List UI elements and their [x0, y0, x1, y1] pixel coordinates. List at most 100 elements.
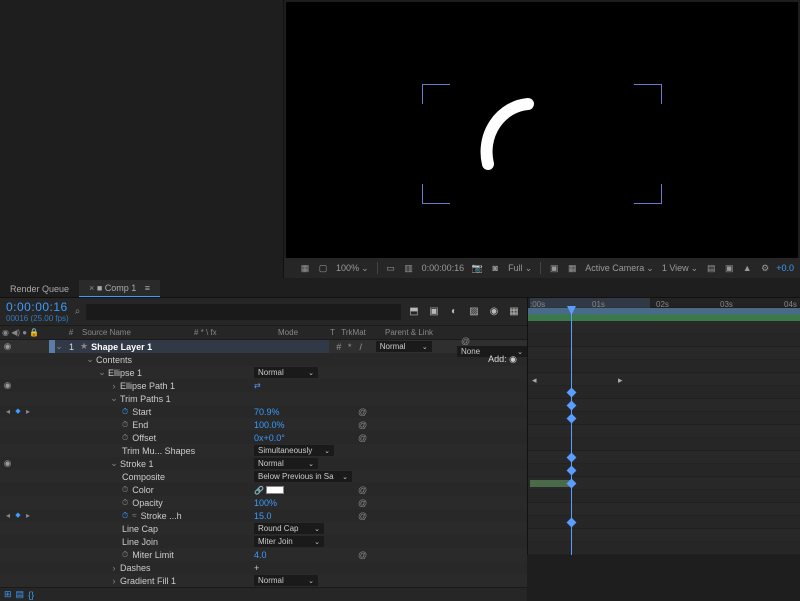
twirl-icon[interactable]: ⌄	[55, 341, 63, 352]
pickwhip-icon[interactable]: @	[358, 485, 367, 495]
eye-icon[interactable]: ◉	[2, 341, 13, 352]
property-row[interactable]: Line Cap Round Cap	[0, 522, 527, 535]
render-icon[interactable]: ▲	[740, 261, 754, 275]
add-dash-button[interactable]: +	[254, 563, 259, 573]
color-swatch[interactable]	[266, 486, 284, 494]
pickwhip-icon[interactable]: @	[358, 511, 367, 521]
draft3d-icon[interactable]: ▣	[427, 305, 441, 319]
guides-icon[interactable]: ▤	[704, 261, 718, 275]
current-timecode[interactable]: 0:00:00:16	[6, 300, 69, 314]
property-row[interactable]: ⏱Offset 0x+0.0° @	[0, 431, 527, 444]
pickwhip-icon[interactable]: @	[358, 420, 367, 430]
layer-row[interactable]: ◉ ⌄1★Shape Layer 1 #*/ Normal @ None	[0, 340, 527, 353]
snapshot-icon[interactable]: 📷	[470, 261, 484, 275]
property-row[interactable]: ⌄Contents Add: ◉	[0, 353, 527, 366]
property-row[interactable]: ◂◆▸ ⏱Start 70.9% @	[0, 405, 527, 418]
kf-marker[interactable]: ▸	[618, 375, 623, 386]
blend-mode-dropdown[interactable]: Normal	[254, 367, 318, 378]
stopwatch-icon[interactable]: ⏱	[122, 407, 128, 417]
search-icon: ⌕	[75, 306, 81, 317]
tab-comp[interactable]: × ■ Comp 1 ≡	[79, 280, 160, 297]
column-headers: ◉ ◀) ● 🔒 # Source Name # * \ fx Mode T T…	[0, 326, 527, 340]
motion-blur-icon[interactable]: ◉	[487, 305, 501, 319]
transparency-icon[interactable]: ▦	[565, 261, 579, 275]
opacity-value[interactable]: 100%	[254, 498, 277, 508]
stopwatch-icon[interactable]: ⏱	[122, 485, 128, 495]
roi-icon[interactable]: ▣	[547, 261, 561, 275]
prev-kf-icon[interactable]: ◂	[4, 511, 12, 520]
property-row[interactable]: ⏱Color 🔗 @	[0, 483, 527, 496]
3d-icon[interactable]: ▣	[722, 261, 736, 275]
prev-kf-icon[interactable]: ◂	[4, 407, 12, 416]
pickwhip-icon[interactable]: @	[358, 498, 367, 508]
views-dropdown[interactable]: 1 View ⌄	[660, 263, 700, 274]
start-value[interactable]: 70.9%	[254, 407, 280, 417]
stopwatch-icon[interactable]: ⏱	[122, 498, 128, 508]
property-row[interactable]: ◉ ⌄Stroke 1 Normal	[0, 457, 527, 470]
tab-render-queue[interactable]: Render Queue	[0, 281, 79, 297]
stroke-width-value[interactable]: 15.0	[254, 511, 272, 521]
layer-name[interactable]: Shape Layer 1	[91, 342, 152, 352]
property-row[interactable]: ›Dashes +	[0, 561, 527, 574]
stopwatch-icon[interactable]: ⏱	[122, 511, 128, 521]
mask-icon[interactable]: ▢	[316, 261, 330, 275]
color-mgmt-icon[interactable]: ⚙	[758, 261, 772, 275]
zoom-dropdown[interactable]: 100% ⌄	[334, 263, 371, 274]
show-snapshot-icon[interactable]: ◙	[488, 261, 502, 275]
property-row[interactable]: ◉ ›Ellipse Path 1 ⇄	[0, 379, 527, 392]
comp-mini-flowchart-icon[interactable]: ⬒	[407, 305, 421, 319]
shy-icon[interactable]: ◐	[447, 305, 461, 319]
layer-clip-bar[interactable]	[528, 308, 800, 321]
blend-mode-dropdown[interactable]: Normal	[254, 458, 318, 469]
property-row[interactable]: Composite Below Previous in Sa	[0, 470, 527, 483]
property-row[interactable]: ⌄Trim Paths 1	[0, 392, 527, 405]
timeline-tabs: Render Queue × ■ Comp 1 ≡	[0, 278, 800, 298]
line-join-dropdown[interactable]: Miter Join	[254, 536, 324, 547]
trim-mult-dropdown[interactable]: Simultaneously	[254, 445, 334, 456]
blend-mode-dropdown[interactable]: Normal	[376, 341, 432, 352]
add-button[interactable]: ◉	[509, 354, 517, 364]
pixel-aspect-icon[interactable]: ▭	[384, 261, 398, 275]
expression-icon[interactable]: ≈	[132, 511, 136, 520]
work-area-bar[interactable]	[530, 298, 650, 308]
blend-mode-dropdown[interactable]: Normal	[254, 575, 318, 586]
stopwatch-icon[interactable]: ⏱	[122, 420, 128, 430]
property-row[interactable]: ⌄Ellipse 1 Normal	[0, 366, 527, 379]
stopwatch-icon[interactable]: ⏱	[122, 433, 128, 443]
exposure-value[interactable]: +0.0	[776, 263, 794, 273]
line-cap-dropdown[interactable]: Round Cap	[254, 523, 324, 534]
toggle-modes-icon[interactable]: ▤	[16, 589, 25, 600]
timeline-tracks[interactable]: ◂▸	[528, 308, 800, 555]
playhead[interactable]	[571, 308, 572, 555]
next-kf-icon[interactable]: ▸	[24, 407, 32, 416]
resolution-dropdown[interactable]: Full ⌄	[506, 263, 534, 274]
pickwhip-icon[interactable]: @	[358, 433, 367, 443]
time-display[interactable]: 0:00:00:16	[420, 263, 467, 273]
camera-dropdown[interactable]: Active Camera ⌄	[583, 263, 656, 274]
graph-editor-icon[interactable]: ▦	[507, 305, 521, 319]
property-row[interactable]: ⏱End 100.0% @	[0, 418, 527, 431]
kf-toggle-icon[interactable]: ◆	[14, 407, 22, 416]
kf-marker[interactable]: ◂	[532, 375, 537, 386]
kf-toggle-icon[interactable]: ◆	[14, 511, 22, 520]
property-row[interactable]: ›Gradient Fill 1 Normal	[0, 574, 527, 587]
offset-value[interactable]: 0x+0.0°	[254, 433, 285, 443]
end-value[interactable]: 100.0%	[254, 420, 285, 430]
grid-icon[interactable]: ▦	[298, 261, 312, 275]
composite-dropdown[interactable]: Below Previous in Sa	[254, 471, 352, 482]
next-kf-icon[interactable]: ▸	[24, 511, 32, 520]
toggle-brackets-icon[interactable]: {}	[28, 590, 34, 600]
frame-blend-icon[interactable]: ▨	[467, 305, 481, 319]
eye-icon[interactable]: ◉	[2, 380, 13, 391]
property-row[interactable]: Line Join Miter Join	[0, 535, 527, 548]
property-row[interactable]: ◂◆▸ ⏱≈Stroke ...h 15.0 @	[0, 509, 527, 522]
eye-icon[interactable]: ◉	[2, 458, 13, 469]
pickwhip-icon[interactable]: @	[358, 407, 367, 417]
property-row[interactable]: ⏱Opacity 100% @	[0, 496, 527, 509]
channel-icon[interactable]: ▥	[402, 261, 416, 275]
pickwhip-icon[interactable]: @	[461, 336, 470, 346]
timeline-search-input[interactable]	[86, 304, 401, 320]
composition-viewer[interactable]	[286, 2, 798, 258]
property-row[interactable]: Trim Mu... Shapes Simultaneously	[0, 444, 527, 457]
toggle-switches-icon[interactable]: ⊞	[4, 589, 12, 600]
